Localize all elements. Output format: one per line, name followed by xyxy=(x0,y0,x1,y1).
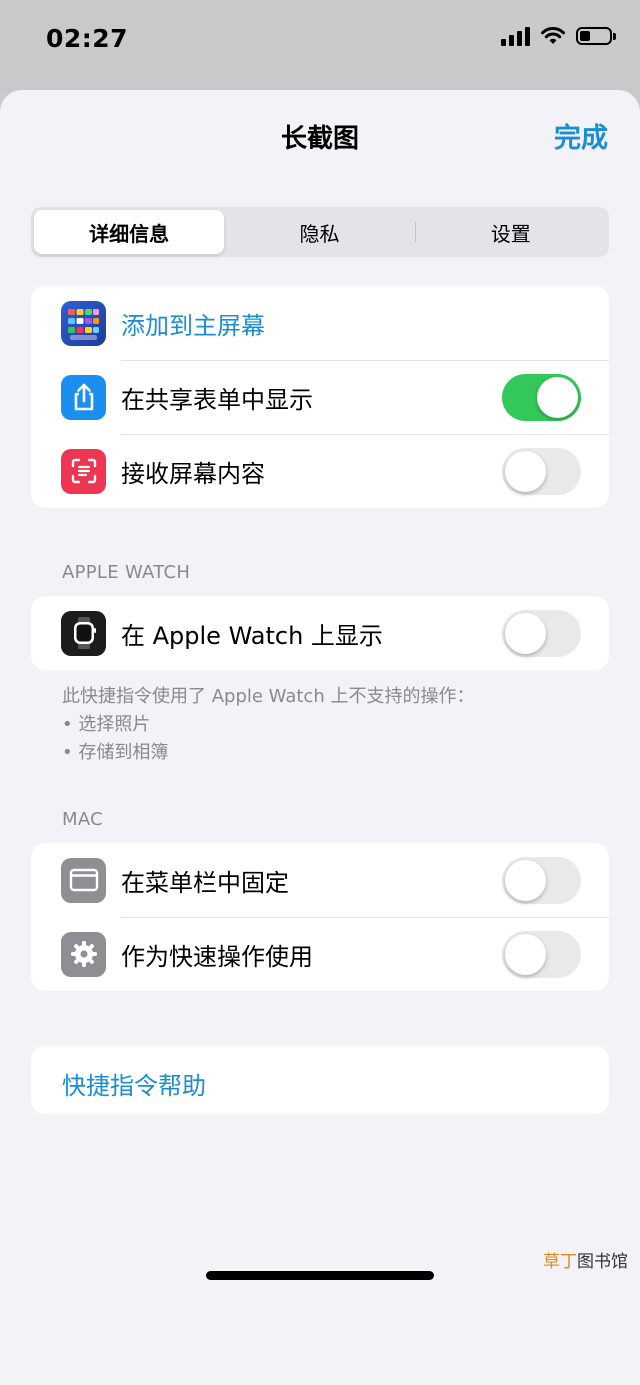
show-on-apple-watch-label: 在 Apple Watch 上显示 xyxy=(121,621,383,650)
toggle-knob xyxy=(505,933,546,975)
show-on-apple-watch-row: 在 Apple Watch 上显示 xyxy=(31,596,609,670)
toggle-knob xyxy=(505,859,546,901)
show-in-share-sheet-row: 在共享表单中显示 xyxy=(31,360,609,434)
pin-in-menu-bar-toggle[interactable] xyxy=(502,856,581,904)
toggle-knob xyxy=(537,376,578,418)
show-on-apple-watch-toggle[interactable] xyxy=(502,609,581,657)
receive-screen-content-row: 接收屏幕内容 xyxy=(31,434,609,508)
mac-section-header: MAC xyxy=(62,809,103,830)
shortcuts-help-link[interactable]: 快捷指令帮助 xyxy=(62,1066,206,1101)
show-in-share-sheet-toggle[interactable] xyxy=(502,373,581,421)
receive-screen-content-toggle[interactable] xyxy=(502,447,581,495)
apple-watch-section-header: APPLE WATCH xyxy=(62,562,191,583)
wifi-icon xyxy=(541,27,565,44)
unsupported-note: 此快捷指令使用了 Apple Watch 上不支持的操作： xyxy=(62,686,475,707)
use-as-quick-action-row: 作为快速操作使用 xyxy=(31,917,609,991)
segmented-control: 详细信息 隐私 设置 xyxy=(31,207,609,257)
tab-privacy[interactable]: 隐私 xyxy=(224,210,414,254)
watermark-part1: 草丁 xyxy=(543,1252,577,1272)
receive-screen-content-label: 接收屏幕内容 xyxy=(121,459,265,488)
page-title: 长截图 xyxy=(280,124,359,154)
done-button[interactable]: 完成 xyxy=(554,116,608,155)
menu-bar-window-icon xyxy=(61,857,106,903)
pin-in-menu-bar-row: 在菜单栏中固定 xyxy=(31,843,609,917)
unsupported-action-item: • 存储到相簿 xyxy=(62,742,169,763)
use-as-quick-action-toggle[interactable] xyxy=(502,930,581,978)
watermark: 草丁图书馆 xyxy=(543,1247,628,1272)
home-screen-grid-icon xyxy=(61,300,106,346)
cellular-signal-icon xyxy=(501,26,530,46)
pin-in-menu-bar-label: 在菜单栏中固定 xyxy=(121,868,289,897)
shortcut-details-sheet: 长截图 完成 详细信息 隐私 设置 添加到主屏幕 在共享表单中显示 接收屏幕内容… xyxy=(0,90,640,1385)
gear-icon xyxy=(61,931,106,977)
toggle-knob xyxy=(505,612,546,654)
tab-details[interactable]: 详细信息 xyxy=(34,210,225,254)
status-bar: 02:27 xyxy=(0,0,640,90)
toggle-knob xyxy=(505,450,546,492)
apple-watch-footnote: 此快捷指令使用了 Apple Watch 上不支持的操作： • 选择照片 • 存… xyxy=(62,683,474,767)
watermark-part2: 图书馆 xyxy=(577,1252,628,1272)
details-card: 添加到主屏幕 在共享表单中显示 接收屏幕内容 xyxy=(31,286,609,508)
show-in-share-sheet-label: 在共享表单中显示 xyxy=(121,385,313,414)
use-as-quick-action-label: 作为快速操作使用 xyxy=(121,942,313,971)
status-icons xyxy=(501,26,616,46)
help-card: 快捷指令帮助 xyxy=(31,1046,609,1114)
add-to-home-screen-label: 添加到主屏幕 xyxy=(121,311,265,340)
home-indicator xyxy=(206,1271,434,1280)
unsupported-action-item: • 选择照片 xyxy=(62,714,151,735)
mac-card: 在菜单栏中固定 作为快速操作使用 xyxy=(31,843,609,991)
share-icon xyxy=(61,374,106,420)
status-time: 02:27 xyxy=(46,24,129,53)
tab-settings[interactable]: 设置 xyxy=(416,210,606,254)
apple-watch-icon xyxy=(61,610,106,656)
apple-watch-card: 在 Apple Watch 上显示 xyxy=(31,596,609,670)
add-to-home-screen-row[interactable]: 添加到主屏幕 xyxy=(31,286,609,360)
battery-icon xyxy=(576,27,616,45)
screen-scan-icon xyxy=(61,448,106,494)
